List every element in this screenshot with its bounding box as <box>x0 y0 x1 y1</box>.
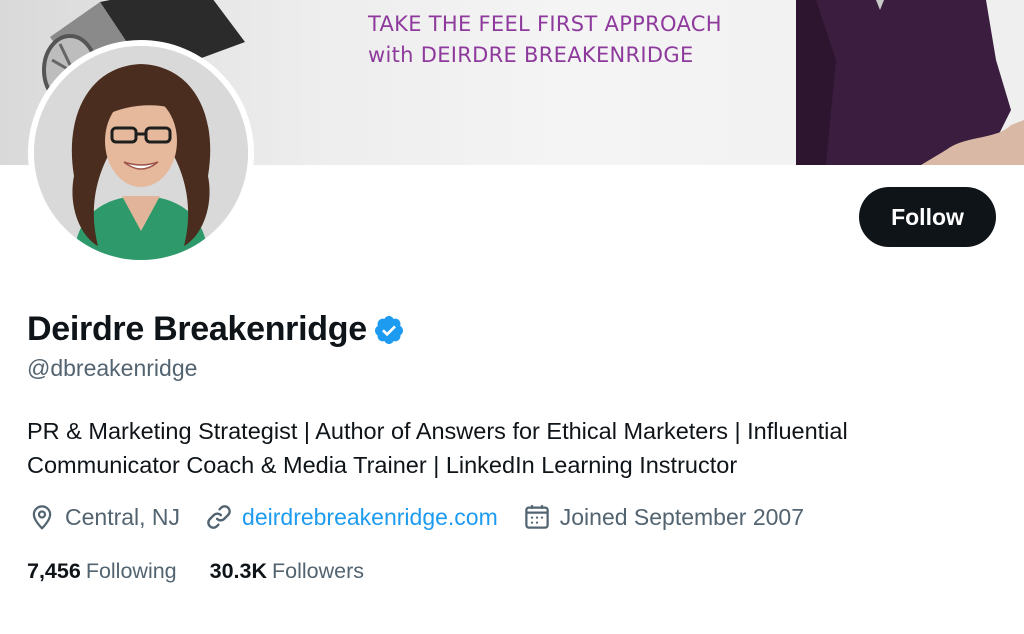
joined-text: Joined September 2007 <box>559 503 804 530</box>
bio-line2: Communicator Coach & Media Trainer | Lin… <box>27 452 738 478</box>
following-label: Following <box>85 559 177 583</box>
following-count: 7,456 <box>27 559 81 583</box>
verified-badge-icon[interactable] <box>373 314 405 346</box>
followers-label: Followers <box>272 559 365 583</box>
display-name: Deirdre Breakenridge <box>27 310 367 348</box>
profile-name-row: Deirdre Breakenridge <box>27 310 405 349</box>
bio-line1: PR & Marketing Strategist | Author of An… <box>27 418 848 444</box>
calendar-icon <box>525 505 549 529</box>
banner-headline-line1: TAKE THE FEEL FIRST APPROACH <box>368 12 722 36</box>
location-item: Central, NJ <box>27 502 180 532</box>
followers-count: 30.3K <box>209 559 268 583</box>
banner-headline-line2: with DEIRDRE BREAKENRIDGE <box>368 43 694 67</box>
banner-headline: TAKE THE FEEL FIRST APPROACH with DEIRDR… <box>368 9 788 71</box>
profile-bio: PR & Marketing Strategist | Author of An… <box>27 414 1007 482</box>
follow-button[interactable]: Follow <box>859 187 996 247</box>
location-pin-icon <box>32 505 52 530</box>
profile-meta: Central, NJ deirdrebreakenridge.com Join… <box>27 502 828 532</box>
profile-handle: @dbreakenridge <box>27 355 198 381</box>
profile-avatar[interactable] <box>28 40 254 266</box>
profile-stats: 7,456 Following 30.3K Followers <box>27 559 397 584</box>
followers-stat[interactable]: 30.3K Followers <box>210 559 364 584</box>
following-stat[interactable]: 7,456 Following <box>27 559 177 584</box>
banner-person-image <box>796 0 1024 165</box>
joined-item: Joined September 2007 <box>522 502 804 532</box>
avatar-portrait-image <box>34 46 248 260</box>
website-item[interactable]: deirdrebreakenridge.com <box>204 502 498 532</box>
avatar-photo <box>34 46 248 260</box>
location-text: Central, NJ <box>65 503 181 530</box>
link-icon <box>207 505 231 529</box>
website-link[interactable]: deirdrebreakenridge.com <box>242 504 498 531</box>
